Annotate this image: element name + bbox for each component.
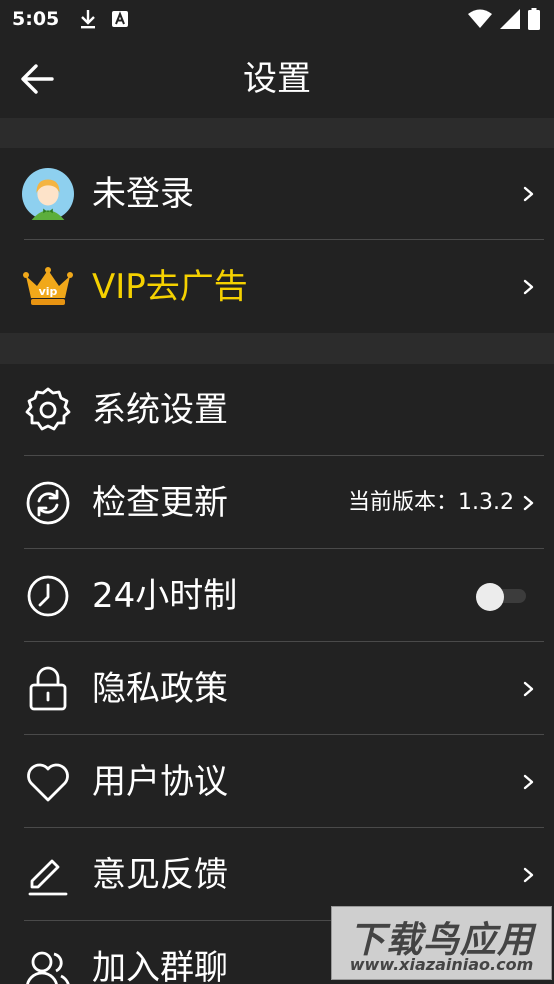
pencil-icon (22, 849, 74, 901)
chevron-right-icon (523, 495, 534, 511)
heart-icon (22, 756, 74, 808)
hour24-toggle[interactable] (476, 583, 528, 611)
watermark: 下载鸟应用 www.xiazainiao.com (331, 906, 552, 980)
toggle-knob (476, 583, 504, 611)
chevron-right-icon (523, 774, 534, 790)
status-time: 5:05 (12, 8, 60, 30)
app-bar: 设置 (0, 38, 554, 118)
row-divider (24, 827, 544, 828)
hour24-row: 24小时制 (0, 550, 554, 642)
signal-icon (500, 9, 520, 29)
row-divider (24, 734, 544, 735)
avatar (22, 168, 74, 220)
hour24-label: 24小时制 (92, 576, 238, 616)
watermark-url: www.xiazainiao.com (349, 955, 534, 974)
system-settings-label: 系统设置 (92, 390, 228, 430)
user-agreement-label: 用户协议 (92, 762, 228, 802)
section-gap (0, 333, 554, 364)
status-bar: 5:05 (0, 0, 554, 38)
lock-icon (22, 663, 74, 715)
privacy-policy-row[interactable]: 隐私政策 (0, 643, 554, 735)
check-update-label: 检查更新 (92, 483, 228, 523)
row-divider (24, 548, 544, 549)
row-divider (24, 455, 544, 456)
chevron-right-icon (523, 186, 534, 202)
gear-icon (22, 384, 74, 436)
wifi-icon (468, 9, 492, 28)
section-gap (0, 118, 554, 148)
login-row[interactable]: 未登录 (0, 148, 554, 240)
row-divider (24, 239, 544, 240)
users-icon (22, 942, 74, 984)
privacy-policy-label: 隐私政策 (92, 669, 228, 709)
vip-row[interactable]: vip VIP去广告 (0, 241, 554, 333)
user-agreement-row[interactable]: 用户协议 (0, 736, 554, 828)
row-divider (24, 641, 544, 642)
clock-icon (22, 570, 74, 622)
chevron-right-icon (523, 279, 534, 295)
refresh-icon (22, 477, 74, 529)
chevron-right-icon (523, 867, 534, 883)
vip-label: VIP去广告 (92, 267, 248, 307)
vip-badge-text: vip (39, 285, 58, 298)
chevron-right-icon (523, 681, 534, 697)
login-label: 未登录 (92, 174, 194, 214)
download-icon (81, 10, 96, 29)
feedback-label: 意见反馈 (92, 855, 228, 895)
system-settings-row[interactable]: 系统设置 (0, 364, 554, 456)
page-title: 设置 (243, 59, 311, 99)
battery-icon (528, 8, 540, 30)
a-notification-icon (112, 11, 129, 27)
check-update-row[interactable]: 检查更新 当前版本：1.3.2 (0, 457, 554, 549)
version-value: 当前版本：1.3.2 (348, 490, 514, 515)
crown-icon: vip (22, 261, 74, 313)
join-group-label: 加入群聊 (92, 948, 228, 984)
